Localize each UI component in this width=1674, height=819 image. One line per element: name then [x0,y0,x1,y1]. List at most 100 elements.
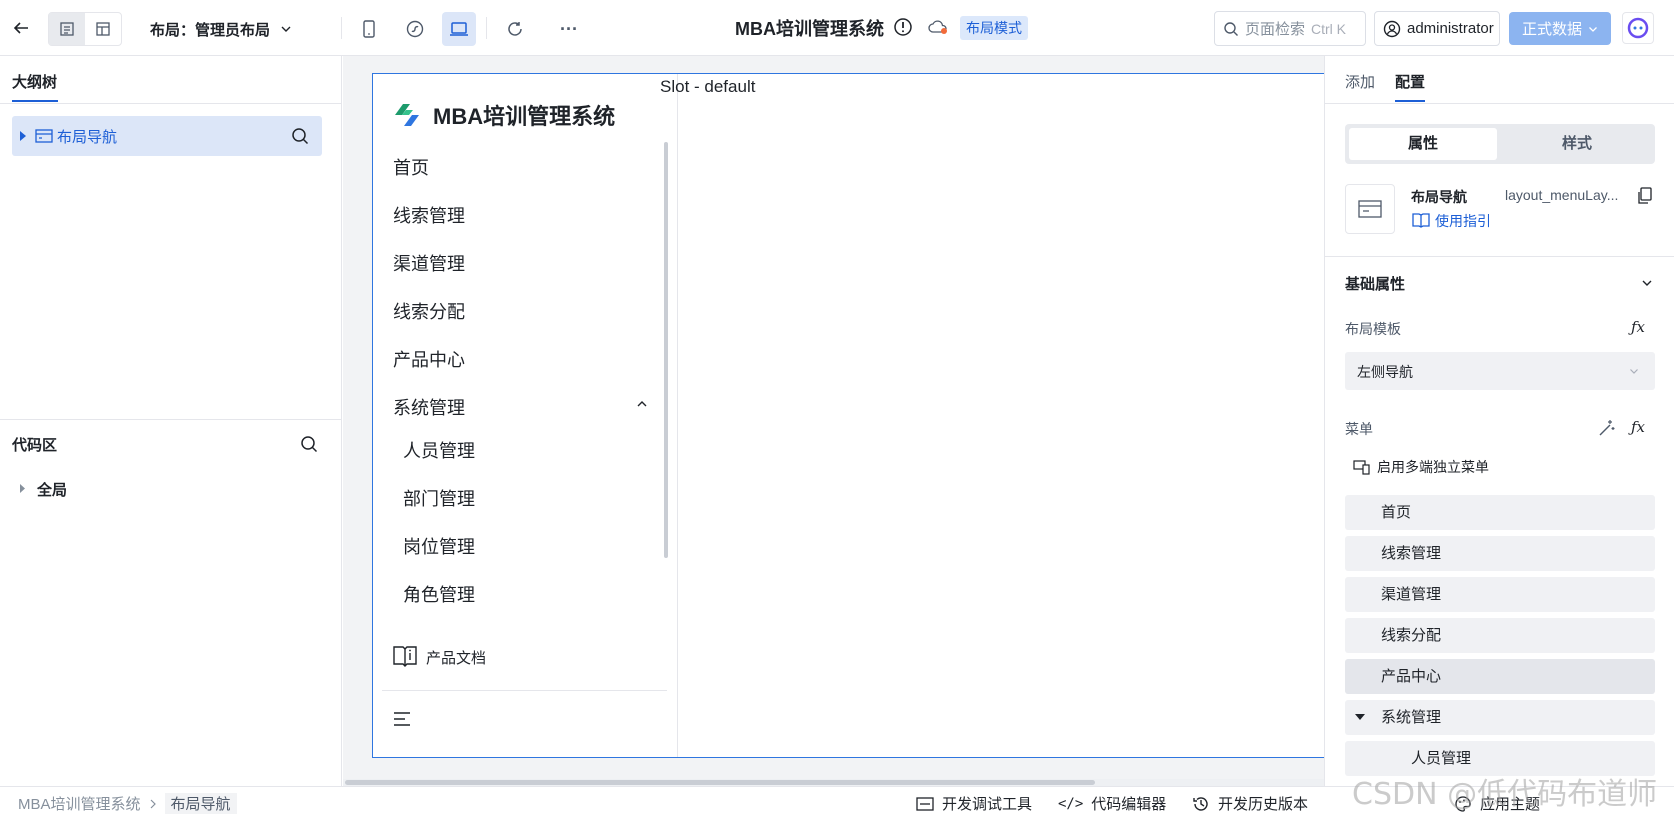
code-editor-button[interactable]: </> 代码编辑器 [1058,787,1166,819]
layout-view-icon[interactable] [85,13,121,45]
ai-assistant-icon[interactable] [1622,12,1654,44]
seg-attributes[interactable]: 属性 [1349,128,1497,160]
template-value: 左侧导航 [1357,364,1413,380]
layout-component-icon [35,129,53,143]
slot-placeholder: Slot - default [660,77,756,96]
component-id: layout_menuLay... [1505,187,1619,203]
config-menu-item[interactable]: 渠道管理 [1345,577,1655,612]
tab-outline[interactable]: 大纲树 [12,71,57,92]
code-item-global[interactable]: 全局 [37,479,67,500]
component-thumb [1345,184,1395,234]
tab-indicator [1395,100,1425,102]
chevron-down-icon[interactable] [1641,277,1653,289]
breadcrumb-current[interactable]: 布局导航 [164,793,237,814]
component-name: 布局导航 [1411,189,1467,205]
horizontal-scrollbar[interactable] [345,780,1095,785]
more-icon[interactable]: ··· [552,12,586,46]
bottom-statusbar: MBA培训管理系统 布局导航 开发调试工具 </> 代码编辑器 开发历史版本 应… [0,786,1674,819]
multi-device-icon [1353,460,1370,475]
menu-scrollbar[interactable] [664,142,668,558]
username: administrator [1407,20,1494,37]
formula-icon[interactable]: ƒx [1631,418,1645,436]
preview-submenu-item[interactable]: 岗位管理 [403,533,475,559]
code-editor-label: 代码编辑器 [1091,796,1167,813]
guide-book-icon [1412,213,1430,228]
preview-menu-item[interactable]: 首页 [393,154,429,180]
config-menu-group-label: 系统管理 [1381,709,1442,726]
search-shortcut: Ctrl K [1311,20,1347,37]
multi-menu-toggle[interactable]: 启用多端独立菜单 [1377,457,1489,477]
history-button[interactable]: 开发历史版本 [1192,787,1308,819]
layout-preview-frame[interactable]: MBA培训管理系统 首页 线索管理 渠道管理 线索分配 产品中心 系统管理 人员… [372,73,1324,758]
tab-add[interactable]: 添加 [1345,71,1375,92]
config-menu-item[interactable]: 线索管理 [1345,536,1655,571]
breadcrumb-app[interactable]: MBA培训管理系统 [18,793,141,814]
layout-label: 布局：管理员布局 [150,21,271,39]
data-env-button[interactable]: 正式数据 [1509,12,1611,45]
guide-link[interactable]: 使用指引 [1435,211,1491,231]
info-icon[interactable] [893,17,913,37]
preview-menu-item[interactable]: 产品中心 [393,346,465,372]
formula-icon[interactable]: ƒx [1631,318,1645,336]
app-theme-button[interactable]: 应用主题 [1454,787,1540,819]
miniprogram-icon[interactable] [398,12,432,46]
config-menu-item[interactable]: 线索分配 [1345,618,1655,653]
app-theme-label: 应用主题 [1480,796,1541,813]
layout-component-icon [1358,200,1382,218]
preview-submenu-item[interactable]: 人员管理 [403,437,475,463]
preview-side-menu: MBA培训管理系统 首页 线索管理 渠道管理 线索分配 产品中心 系统管理 人员… [373,74,678,757]
outline-item-label: 布局导航 [57,129,118,146]
page-view-icon[interactable] [49,13,85,45]
mobile-device-icon[interactable] [352,12,386,46]
logo-icon [395,104,419,126]
caret-right-icon[interactable] [19,131,27,141]
preview-submenu-item[interactable]: 角色管理 [403,581,475,607]
data-env-label: 正式数据 [1521,21,1582,38]
search-icon[interactable] [291,127,309,145]
preview-submenu-item[interactable]: 部门管理 [403,485,475,511]
search-placeholder: 页面检索 [1245,21,1306,38]
template-select[interactable]: 左侧导航 [1345,352,1655,390]
desktop-device-icon[interactable] [442,12,476,46]
dev-tools-label: 开发调试工具 [942,796,1033,813]
right-config-panel: 添加 配置 属性 样式 布局导航 layout_menuLay... 使用指引 … [1324,56,1674,786]
preview-menu-item[interactable]: 线索管理 [393,202,465,228]
cloud-sync-icon[interactable] [927,18,949,36]
attr-style-segment: 属性 样式 [1345,124,1655,164]
outline-item-layout-nav[interactable]: 布局导航 [12,116,322,156]
book-icon [393,646,417,667]
chevron-down-icon [1630,369,1638,374]
page-search-input[interactable]: 页面检索 Ctrl K [1214,11,1366,46]
config-menu-group[interactable]: 系统管理 [1345,700,1655,735]
user-menu[interactable]: administrator [1374,11,1500,46]
preview-menu-item[interactable]: 系统管理 [393,394,465,420]
caret-down-icon[interactable] [1355,713,1365,721]
layout-selector[interactable]: 布局：管理员布局 [150,12,292,46]
menu-collapse-icon[interactable] [393,711,411,727]
preview-logo-text: MBA培训管理系统 [433,104,616,129]
preview-menu-item[interactable]: 线索分配 [393,298,465,324]
refresh-icon[interactable] [498,12,532,46]
doc-link[interactable]: 产品文档 [426,647,486,668]
left-panel: 大纲树 布局导航 代码区 全局 [0,56,342,786]
section-basic-attrs[interactable]: 基础属性 [1345,273,1405,294]
chevron-down-icon [281,26,291,32]
search-icon[interactable] [300,435,318,453]
back-arrow-icon[interactable] [4,11,38,45]
config-submenu-item[interactable]: 人员管理 [1345,741,1655,776]
config-menu-item[interactable]: 产品中心 [1345,659,1655,694]
config-menu-item[interactable]: 首页 [1345,495,1655,530]
preview-menu-item[interactable]: 渠道管理 [393,250,465,276]
copy-icon[interactable] [1637,187,1653,205]
dev-tools-button[interactable]: 开发调试工具 [916,787,1032,819]
tab-config[interactable]: 配置 [1395,71,1425,92]
chevron-up-icon[interactable] [636,399,648,409]
search-icon [1224,21,1238,36]
caret-right-icon[interactable] [19,484,26,493]
app-title: MBA培训管理系统 [735,19,884,39]
chevron-right-icon [150,799,156,808]
magic-wand-icon[interactable] [1598,419,1616,437]
breadcrumb: MBA培训管理系统 布局导航 [18,787,237,819]
history-label: 开发历史版本 [1218,796,1309,813]
seg-style[interactable]: 样式 [1503,128,1651,160]
